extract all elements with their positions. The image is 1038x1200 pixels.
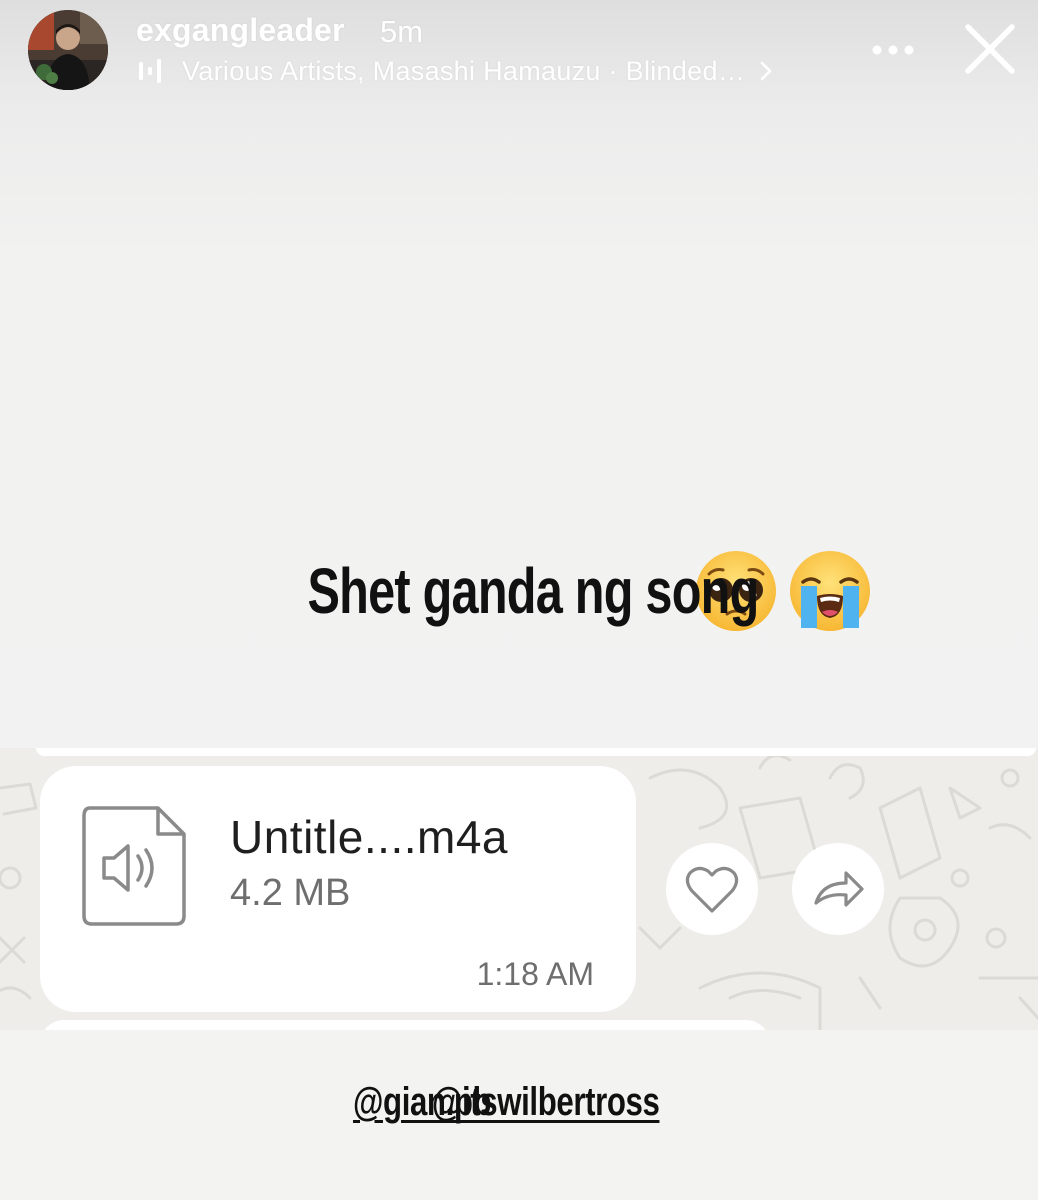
next-message-edge (40, 1020, 770, 1030)
mention-tags: @gian.pb @itswilbertross (0, 1080, 1038, 1125)
message-time: 1:18 AM (476, 956, 594, 992)
caption-text: Shet ganda ng song (307, 555, 759, 627)
audio-file-icon (82, 806, 186, 926)
forward-arrow-icon (814, 871, 864, 907)
music-track-label: Various Artists, Masashi Hamauzu · Blind… (182, 55, 746, 86)
music-sticker[interactable]: Various Artists, Masashi Hamauzu · Blind… (138, 54, 773, 88)
chevron-right-icon (760, 61, 772, 81)
mention-tag-wilbert[interactable]: @itswilbertross (432, 1080, 660, 1125)
mentions-area: @gian.pb @itswilbertross (0, 1030, 1038, 1200)
audio-file-message[interactable]: Untitle....m4a 4.2 MB 1:18 AM (40, 766, 636, 1012)
like-button[interactable] (666, 843, 758, 935)
file-size: 4.2 MB (230, 872, 351, 914)
loudly-crying-face-emoji (790, 551, 871, 631)
more-options-button[interactable] (868, 30, 918, 70)
more-dots-icon (872, 45, 914, 55)
avatar[interactable] (28, 10, 108, 90)
forward-button[interactable] (792, 843, 884, 935)
chat-screenshot: Untitle....m4a 4.2 MB 1:18 AM (0, 748, 1038, 1030)
previous-message-edge (36, 748, 1036, 756)
music-bars-icon (139, 59, 161, 83)
story-header: exgangleader 5m Various Artists, Masashi… (0, 0, 1038, 110)
heart-icon (685, 866, 739, 913)
close-button[interactable] (958, 22, 1022, 78)
post-time: 5m (380, 14, 424, 49)
username[interactable]: exgangleader (136, 12, 345, 49)
close-icon (965, 24, 1015, 74)
story-caption: Shet ganda ng song (0, 548, 1038, 634)
file-name: Untitle....m4a (230, 811, 508, 863)
